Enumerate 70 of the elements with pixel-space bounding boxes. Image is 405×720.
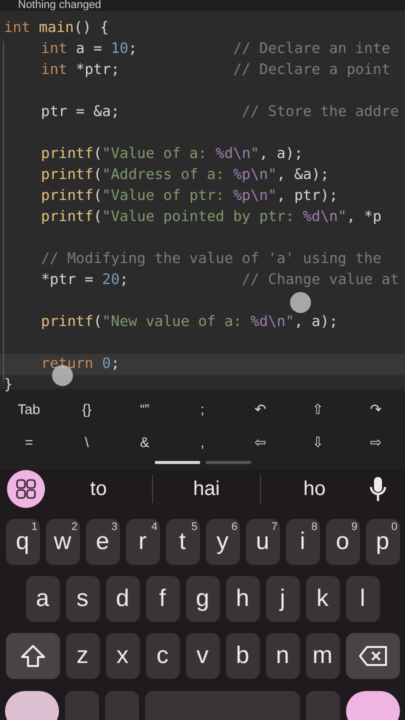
letter-key[interactable]: m: [306, 633, 340, 679]
extra-key[interactable]: ⇩: [289, 426, 348, 459]
suggestion[interactable]: to: [45, 474, 152, 504]
letter-key[interactable]: s: [66, 576, 100, 622]
extra-key[interactable]: ⇨: [347, 426, 405, 459]
letter-key[interactable]: a: [26, 576, 60, 622]
backspace-icon: [358, 645, 388, 667]
number-hint: 5: [191, 522, 198, 533]
code-line: printf("Address of a: %p\n", &a);: [41, 168, 330, 183]
letter-key[interactable]: f: [146, 576, 180, 622]
suggestion[interactable]: ho: [261, 474, 368, 504]
apps-button[interactable]: [7, 470, 45, 508]
shift-icon: [20, 644, 46, 668]
extra-key[interactable]: ,: [174, 426, 232, 459]
letter-key[interactable]: z: [66, 633, 100, 679]
extra-key[interactable]: ;: [174, 393, 232, 426]
number-hint: 8: [311, 522, 318, 533]
code-line: }: [4, 378, 13, 393]
letter-key[interactable]: v: [186, 633, 220, 679]
number-hint: 0: [391, 522, 398, 533]
suggestion[interactable]: hai: [153, 474, 260, 504]
number-hint: 6: [231, 522, 238, 533]
number-hint: 9: [351, 522, 358, 533]
enter-key[interactable]: [346, 691, 400, 720]
extra-key[interactable]: ↷: [347, 393, 405, 426]
microphone-icon[interactable]: [368, 475, 388, 503]
number-hint: 2: [71, 522, 78, 533]
letter-key[interactable]: n: [266, 633, 300, 679]
extra-key[interactable]: &: [116, 426, 174, 459]
letter-key[interactable]: r 4: [126, 519, 160, 565]
backspace-key[interactable]: [346, 633, 400, 679]
number-hint: 3: [111, 522, 118, 533]
extra-key[interactable]: {}: [58, 393, 116, 426]
extra-key[interactable]: ↶: [231, 393, 290, 426]
status-notice: Nothing changed: [18, 0, 102, 11]
extra-key[interactable]: ⇧: [289, 393, 348, 426]
code-line: int a = 10; // Declare an inte: [41, 42, 390, 57]
number-hint: 7: [271, 522, 278, 533]
code-line: *ptr = 20; // Change value at: [41, 273, 399, 288]
extra-key[interactable]: ⇦: [231, 426, 290, 459]
extra-key[interactable]: “”: [116, 393, 174, 426]
letter-key[interactable]: h: [226, 576, 260, 622]
code-line: printf("Value pointed by ptr: %d\n", *p: [41, 210, 382, 225]
code-line: printf("New value of a: %d\n", a);: [41, 315, 338, 330]
letter-key[interactable]: x: [106, 633, 140, 679]
number-hint: 4: [151, 522, 158, 533]
code-line: printf("Value of a: %d\n", a);: [41, 147, 303, 162]
letter-key[interactable]: i 8: [286, 519, 320, 565]
code-line: ptr = &a; // Store the addre: [41, 105, 399, 120]
code-line: // Modifying the value of 'a' using the: [41, 252, 382, 267]
code-line: printf("Value of ptr: %p\n", ptr);: [41, 189, 338, 204]
grid-icon: [16, 479, 36, 499]
letter-key[interactable]: l: [346, 576, 380, 622]
symbols-key[interactable]: [5, 691, 59, 720]
letter-key[interactable]: g: [186, 576, 220, 622]
letter-key[interactable]: b: [226, 633, 260, 679]
letter-key[interactable]: t 5: [166, 519, 200, 565]
letter-key[interactable]: k: [306, 576, 340, 622]
extra-key[interactable]: \: [58, 426, 116, 459]
letter-key[interactable]: c: [146, 633, 180, 679]
letter-key[interactable]: d: [106, 576, 140, 622]
touch-indicator: [290, 292, 311, 313]
extra-key[interactable]: Tab: [0, 393, 58, 426]
letter-key[interactable]: j: [266, 576, 300, 622]
extra-key[interactable]: =: [0, 426, 58, 459]
code-line: int *ptr; // Declare a point: [41, 63, 390, 78]
code-line: return 0;: [41, 357, 120, 372]
number-hint: 1: [31, 522, 38, 533]
code-line: int main() {: [4, 21, 109, 36]
shift-key[interactable]: [6, 633, 60, 679]
